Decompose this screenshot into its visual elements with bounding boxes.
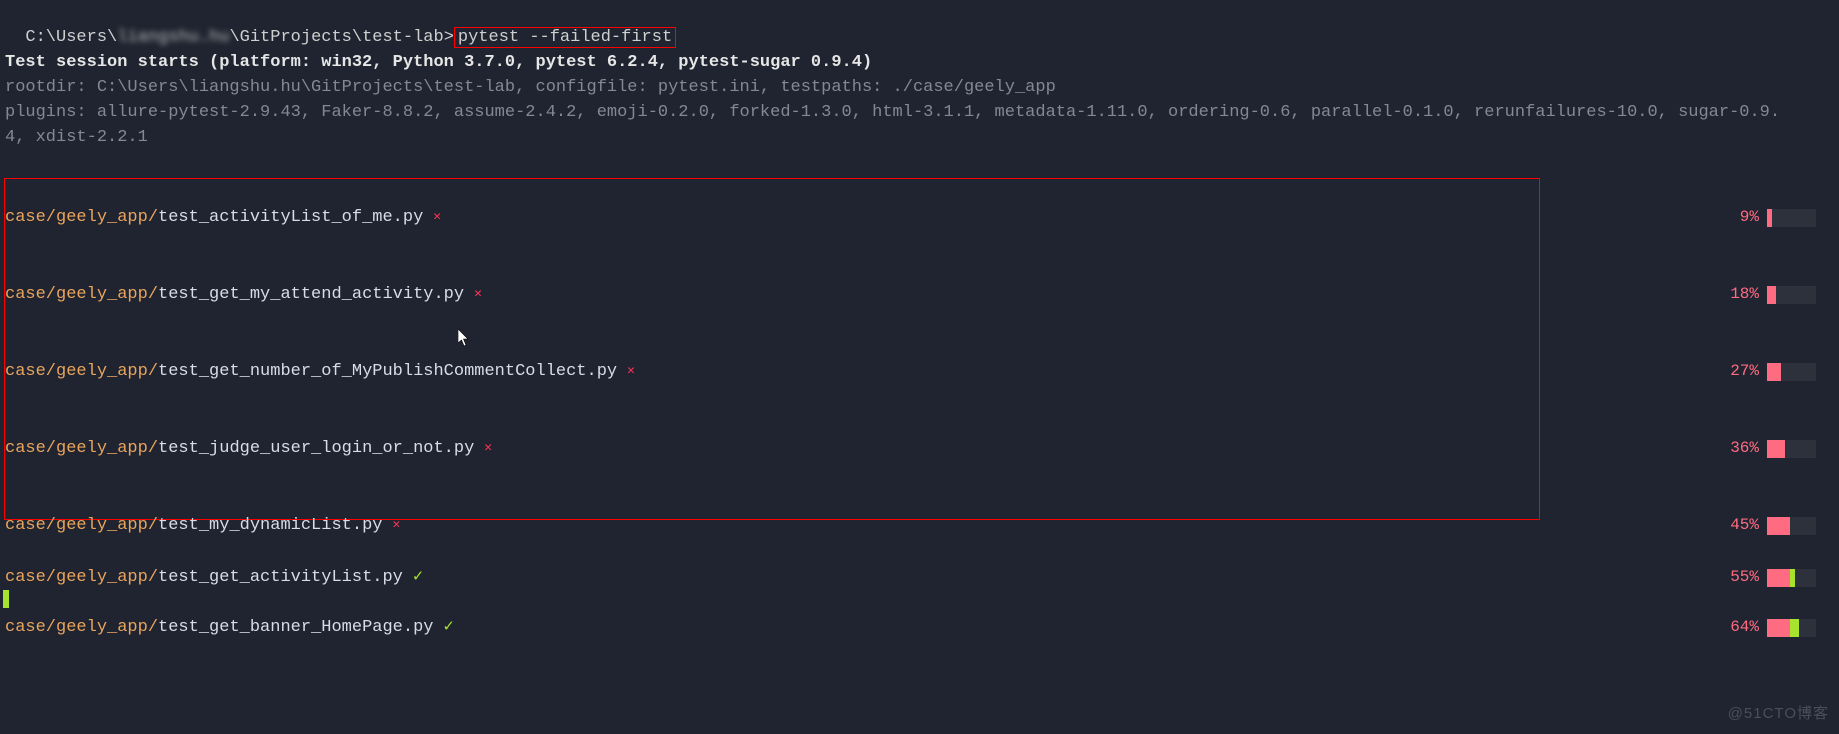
- prompt-path-prefix: C:\Users\: [25, 28, 117, 47]
- progress-percent: 9%: [1740, 205, 1759, 230]
- progress-percent: 27%: [1730, 359, 1759, 384]
- path-prefix: case/geely_app/: [5, 568, 158, 587]
- test-row: case/geely_app/test_my_dynamicList.py ✕ …: [0, 513, 1839, 538]
- progress-bar: [1767, 619, 1816, 637]
- path-prefix: case/geely_app/: [5, 285, 158, 304]
- fail-icon: ✕: [433, 204, 441, 229]
- test-filename: test_judge_user_login_or_not.py: [158, 439, 474, 458]
- test-file-path: case/geely_app/test_activityList_of_me.p…: [5, 205, 423, 230]
- test-file-path: case/geely_app/test_get_activityList.py: [5, 565, 403, 590]
- test-filename: test_my_dynamicList.py: [158, 516, 382, 535]
- pass-icon: ✓: [443, 615, 453, 640]
- progress-bar: [1767, 286, 1816, 304]
- progress-bar: [1767, 209, 1816, 227]
- prompt-path-suffix: \GitProjects\test-lab: [229, 28, 443, 47]
- progress-bar-pass: [1790, 569, 1795, 587]
- running-indicator: [3, 590, 9, 608]
- progress-bar-pass: [1790, 619, 1799, 637]
- progress-bar: [1767, 363, 1816, 381]
- path-prefix: case/geely_app/: [5, 516, 158, 535]
- command-highlight-box: pytest --failed-first: [454, 27, 676, 48]
- test-filename: test_get_number_of_MyPublishCommentColle…: [158, 362, 617, 381]
- progress-bar: [1767, 440, 1816, 458]
- progress-percent: 55%: [1730, 565, 1759, 590]
- test-file-path: case/geely_app/test_my_dynamicList.py: [5, 513, 382, 538]
- command-text[interactable]: pytest --failed-first: [458, 28, 672, 47]
- test-row: case/geely_app/test_get_banner_HomePage.…: [0, 615, 1839, 640]
- rootdir-line: rootdir: C:\Users\liangshu.hu\GitProject…: [0, 75, 1839, 100]
- progress-bar-fail: [1767, 363, 1781, 381]
- test-filename: test_get_activityList.py: [158, 568, 403, 587]
- progress-percent: 45%: [1730, 513, 1759, 538]
- prompt-separator: >: [444, 28, 454, 47]
- prompt-path-user: liangshu.hu: [117, 28, 229, 47]
- test-file-path: case/geely_app/test_get_my_attend_activi…: [5, 282, 464, 307]
- plugins-line-1: plugins: allure-pytest-2.9.43, Faker-8.8…: [0, 100, 1839, 125]
- plugins-line-2: 4, xdist-2.2.1: [0, 125, 1839, 150]
- test-row: case/geely_app/test_get_my_attend_activi…: [0, 282, 1839, 307]
- pass-icon: ✓: [413, 565, 423, 590]
- progress-percent: 18%: [1730, 282, 1759, 307]
- path-prefix: case/geely_app/: [5, 362, 158, 381]
- path-prefix: case/geely_app/: [5, 439, 158, 458]
- progress-percent: 64%: [1730, 615, 1759, 640]
- test-file-path: case/geely_app/test_get_number_of_MyPubl…: [5, 359, 617, 384]
- test-file-path: case/geely_app/test_get_banner_HomePage.…: [5, 615, 433, 640]
- session-header: Test session starts (platform: win32, Py…: [0, 50, 1839, 75]
- test-filename: test_activityList_of_me.py: [158, 208, 423, 227]
- fail-icon: ✕: [392, 512, 400, 537]
- progress-bar: [1767, 569, 1816, 587]
- prompt-line: C:\Users\liangshu.hu\GitProjects\test-la…: [0, 0, 1839, 50]
- test-row: case/geely_app/test_judge_user_login_or_…: [0, 436, 1839, 461]
- progress-bar-fail: [1767, 569, 1790, 587]
- progress-bar: [1767, 517, 1816, 535]
- progress-bar-fail: [1767, 286, 1776, 304]
- test-row: case/geely_app/test_get_number_of_MyPubl…: [0, 359, 1839, 384]
- test-row: case/geely_app/test_activityList_of_me.p…: [0, 205, 1839, 230]
- fail-icon: ✕: [484, 435, 492, 460]
- progress-bar-fail: [1767, 619, 1790, 637]
- watermark: @51CTO博客: [1728, 701, 1829, 726]
- progress-percent: 36%: [1730, 436, 1759, 461]
- path-prefix: case/geely_app/: [5, 618, 158, 637]
- test-row: case/geely_app/test_get_activityList.py …: [0, 565, 1839, 590]
- path-prefix: case/geely_app/: [5, 208, 158, 227]
- test-file-path: case/geely_app/test_judge_user_login_or_…: [5, 436, 474, 461]
- progress-bar-fail: [1767, 517, 1790, 535]
- test-filename: test_get_banner_HomePage.py: [158, 618, 433, 637]
- fail-icon: ✕: [474, 281, 482, 306]
- test-filename: test_get_my_attend_activity.py: [158, 285, 464, 304]
- fail-icon: ✕: [627, 358, 635, 383]
- progress-bar-fail: [1767, 440, 1785, 458]
- progress-bar-fail: [1767, 209, 1772, 227]
